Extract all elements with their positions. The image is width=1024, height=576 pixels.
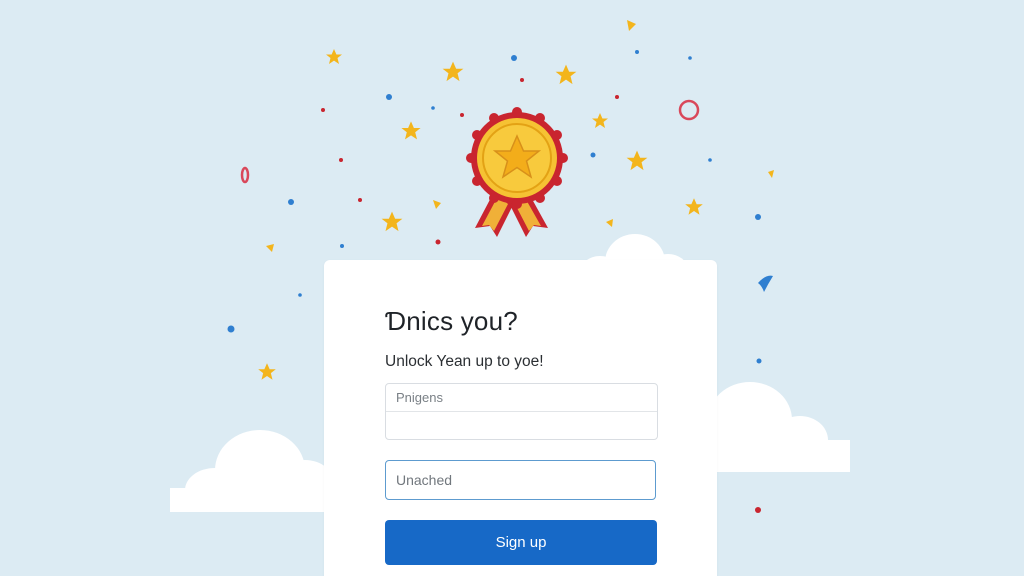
sign-up-button[interactable]: Sign up — [385, 520, 657, 565]
focused-input-wrapper — [385, 460, 656, 500]
cloud-left — [170, 430, 335, 512]
top-input-field[interactable] — [386, 384, 657, 411]
card-subtitle: Unlock Yean up to yoe! — [385, 353, 544, 370]
stacked-input-group — [385, 383, 658, 440]
confetti-leaf — [758, 275, 773, 292]
signup-card: Ɗnics you? Unlock Yean up to yoe! Sign u… — [324, 260, 717, 576]
single-input-field[interactable] — [386, 461, 655, 499]
card-title: Ɗnics you? — [385, 306, 518, 336]
award-medal-icon — [466, 107, 568, 237]
confetti-rings — [240, 99, 700, 184]
bottom-input-field[interactable] — [386, 412, 657, 439]
